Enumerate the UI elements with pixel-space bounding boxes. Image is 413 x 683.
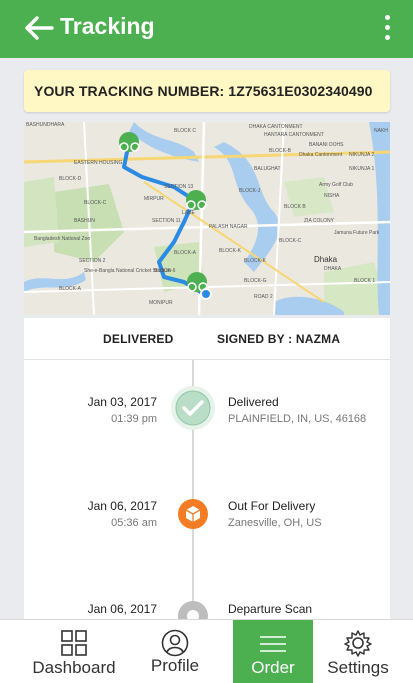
tracking-number-banner: YOUR TRACKING NUMBER: 1Z75631E0302340490 [24,70,390,112]
nav-label: Order [251,658,295,677]
nav-label: Dashboard [32,658,116,677]
signed-by-label: SIGNED BY : NAZMA [217,332,341,346]
svg-text:BLOCK-C: BLOCK-C [84,200,107,206]
nav-order[interactable]: Order [233,620,313,683]
svg-text:BLOCK-C: BLOCK-C [279,238,302,244]
svg-text:BASHUNDHARA: BASHUNDHARA [26,122,65,128]
event-time: 01:39 pm [111,413,157,425]
app-bar: Tracking [0,0,413,58]
svg-text:BLOCK C: BLOCK C [174,128,196,134]
svg-text:NIKUNJA 2: NIKUNJA 2 [349,152,375,158]
svg-text:BASHUN: BASHUN [74,218,95,224]
nav-label: Settings [327,658,389,677]
back-arrow-icon[interactable] [22,12,56,44]
more-vert-icon[interactable] [383,15,391,43]
nav-label: Profile [150,656,200,675]
bike-marker-icon [186,190,207,210]
svg-text:BLOCK-G: BLOCK-G [244,278,267,284]
svg-text:ROAD 2: ROAD 2 [254,294,273,300]
svg-text:Jamuna Future Park: Jamuna Future Park [334,230,380,236]
svg-text:HANTARA CANTONMENT: HANTARA CANTONMENT [264,132,324,138]
svg-text:MIRPUR: MIRPUR [144,196,164,202]
svg-text:BLOCK-J: BLOCK-J [239,188,261,194]
nav-dashboard[interactable]: Dashboard [22,620,126,683]
svg-text:BLOCK-A: BLOCK-A [174,250,197,256]
timeline-event[interactable]: Jan 06, 2017 05:36 am Out For Delivery Z… [24,499,390,559]
svg-text:DHAKA: DHAKA [324,266,342,272]
page-title: Tracking [60,13,155,39]
status-header: DELIVERED SIGNED BY : NAZMA [24,318,390,360]
svg-text:Dhaka Cantonment: Dhaka Cantonment [299,152,343,158]
svg-text:Bangladesh National Zoo: Bangladesh National Zoo [34,236,90,242]
svg-text:LAKE: LAKE [182,210,195,216]
event-date: Jan 06, 2017 [87,602,157,616]
event-status: Departure Scan [228,602,313,616]
svg-text:SECTION 13: SECTION 13 [164,184,193,190]
location-dot-icon [200,288,212,300]
person-icon [161,629,189,657]
svg-text:Army Golf Club: Army Golf Club [319,182,353,188]
nav-profile[interactable]: Profile [130,620,220,683]
svg-text:BLOCK-B: BLOCK-B [269,148,292,154]
svg-text:BALUGHAT: BALUGHAT [254,166,281,172]
svg-text:BANANI DOHS: BANANI DOHS [309,142,344,148]
event-status: Delivered [228,395,279,409]
tracking-details-card: DELIVERED SIGNED BY : NAZMA Jan 03, 2017… [24,318,390,628]
svg-text:BLOCK B: BLOCK B [284,204,306,210]
timeline-event[interactable]: Jan 03, 2017 01:39 pm Delivered PLAINFIE… [24,386,390,455]
svg-text:NIKUNJA 1: NIKUNJA 1 [349,166,375,172]
tracking-number-label: YOUR TRACKING NUMBER: 1Z75631E0302340490 [34,83,373,99]
svg-text:BLOCK 1: BLOCK 1 [354,278,375,284]
route-map[interactable]: BASHUNDHARA EASTERN HOUSING BLOCK-D BLOC… [24,122,390,315]
svg-text:SECTION 2: SECTION 2 [79,258,106,264]
svg-text:BLOCK-K: BLOCK-K [244,258,267,264]
bottom-navigation: Dashboard Profile Order Settings [0,619,413,683]
check-circle-icon [171,386,215,430]
order-lines-icon [260,636,286,652]
bike-marker-icon [119,132,140,152]
svg-text:NAKH: NAKH [374,128,388,134]
svg-text:ZIA COLONY: ZIA COLONY [304,218,335,224]
event-location: Zanesville, OH, US [228,517,322,529]
svg-text:NISHA: NISHA [324,193,340,199]
svg-text:SECTION 11: SECTION 11 [152,218,181,224]
event-status: Out For Delivery [228,499,316,513]
svg-text:BLOCK-K: BLOCK-K [219,248,242,254]
gear-icon [344,630,372,657]
delivered-status: DELIVERED [103,332,174,346]
event-time: 05:36 am [111,517,157,529]
svg-text:PALASH NAGAR: PALASH NAGAR [209,224,248,230]
map-canvas: BASHUNDHARA EASTERN HOUSING BLOCK-D BLOC… [24,122,390,315]
svg-text:MONIPUR: MONIPUR [149,300,173,306]
svg-text:BLOCK-D: BLOCK-D [59,176,82,182]
svg-text:She-e-Bangla National Cricket: She-e-Bangla National Cricket Stadium [84,268,171,274]
event-date: Jan 03, 2017 [87,395,157,409]
svg-text:DHAKA CANTONMENT: DHAKA CANTONMENT [249,124,303,130]
package-icon [178,499,208,529]
event-date: Jan 06, 2017 [87,499,157,513]
nav-settings[interactable]: Settings [318,620,398,683]
svg-text:EASTERN HOUSING: EASTERN HOUSING [74,160,122,166]
event-location: PLAINFIELD, IN, US, 46168 [228,413,367,425]
grid-icon [61,630,87,656]
svg-text:Dhaka: Dhaka [314,255,338,264]
svg-text:BLOCK-A: BLOCK-A [59,286,82,292]
